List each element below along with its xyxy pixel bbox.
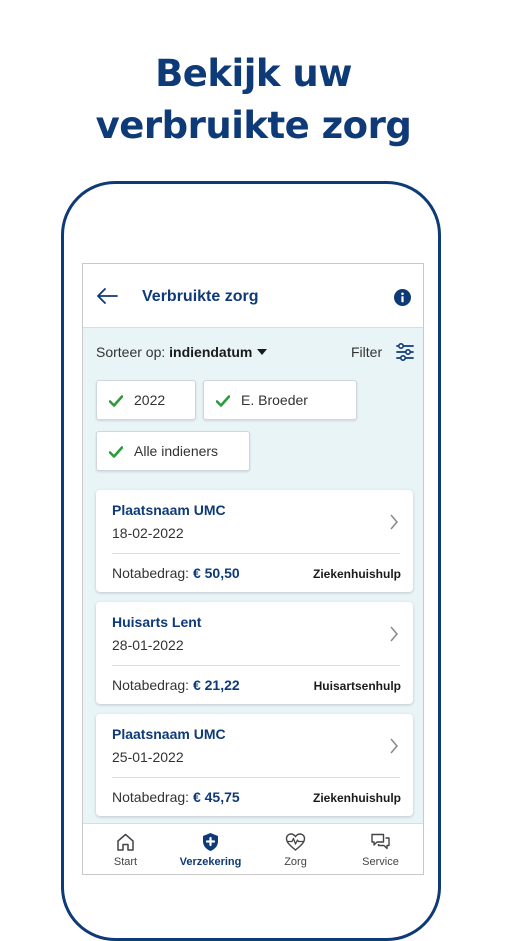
claim-card[interactable]: Huisarts Lent 28-01-2022 Notabedrag: € 2… [96, 602, 413, 704]
filter-chip-submitters[interactable]: Alle indieners [96, 431, 250, 471]
tab-verzekering[interactable]: Verzekering [168, 824, 253, 874]
filter-chip-year[interactable]: 2022 [96, 380, 196, 420]
check-icon [109, 395, 123, 407]
chip-label: E. Broeder [241, 392, 308, 408]
chip-label: 2022 [134, 392, 166, 408]
sort-label: Sorteer op: [96, 344, 166, 360]
card-divider [112, 553, 400, 554]
tab-service[interactable]: Service [338, 824, 423, 874]
claim-amount: Notabedrag: € 45,75 [112, 789, 240, 805]
card-divider [112, 665, 400, 666]
chevron-right-icon [390, 514, 398, 530]
tab-label: Zorg [284, 856, 307, 868]
promo-headline: Bekijk uw verbruikte zorg [0, 48, 507, 152]
claim-date: 28-01-2022 [112, 637, 184, 653]
claim-amount: Notabedrag: € 21,22 [112, 677, 240, 693]
check-icon [216, 395, 230, 407]
claim-provider: Huisarts Lent [112, 614, 202, 630]
claim-category: Ziekenhuishulp [312, 791, 401, 805]
amount-value: € 21,22 [192, 677, 240, 693]
headline-line-1: Bekijk uw [155, 52, 352, 95]
app-screen: Verbruikte zorg Sorteer op: indiendatum … [82, 263, 424, 875]
chat-bubbles-icon [371, 833, 390, 850]
claim-provider: Plaatsnaam UMC [112, 726, 226, 742]
amount-label: Notabedrag: [112, 677, 190, 693]
bottom-tab-bar: Start Verzekering Zorg Service [83, 823, 423, 874]
claim-card[interactable]: Plaatsnaam UMC 25-01-2022 Notabedrag: € … [96, 714, 413, 816]
app-bar: Verbruikte zorg [83, 264, 423, 328]
amount-value: € 45,75 [192, 789, 240, 805]
page-title: Verbruikte zorg [142, 288, 259, 305]
tab-start[interactable]: Start [83, 824, 168, 874]
claim-category: Huisartsenhulp [313, 679, 401, 693]
claim-category: Ziekenhuishulp [312, 567, 401, 581]
claim-amount: Notabedrag: € 50,50 [112, 565, 240, 581]
home-icon [117, 833, 134, 851]
headline-line-2: verbruikte zorg [95, 104, 412, 147]
card-divider [112, 777, 400, 778]
chevron-right-icon [390, 738, 398, 754]
tab-label: Service [362, 856, 399, 868]
sliders-icon[interactable] [396, 343, 414, 361]
arrow-left-icon[interactable] [95, 286, 119, 306]
filter-button-label[interactable]: Filter [351, 344, 382, 360]
amount-value: € 50,50 [192, 565, 240, 581]
info-icon[interactable] [394, 289, 411, 306]
caret-down-icon [257, 349, 268, 355]
tab-zorg[interactable]: Zorg [253, 824, 338, 874]
tab-label: Verzekering [179, 856, 242, 868]
claim-provider: Plaatsnaam UMC [112, 502, 226, 518]
sort-dropdown[interactable]: Sorteer op: indiendatum [96, 344, 268, 360]
claim-date: 25-01-2022 [112, 749, 184, 765]
chevron-right-icon [390, 626, 398, 642]
amount-label: Notabedrag: [112, 789, 190, 805]
shield-plus-icon [203, 833, 218, 851]
claim-date: 18-02-2022 [112, 525, 184, 541]
chip-label: Alle indieners [134, 443, 219, 459]
check-icon [109, 446, 123, 458]
claim-card[interactable]: Plaatsnaam UMC 18-02-2022 Notabedrag: € … [96, 490, 413, 592]
filter-chip-insured[interactable]: E. Broeder [203, 380, 357, 420]
sort-value: indiendatum [169, 344, 253, 360]
amount-label: Notabedrag: [112, 565, 190, 581]
heart-pulse-icon [285, 833, 306, 851]
tab-label: Start [113, 856, 138, 868]
